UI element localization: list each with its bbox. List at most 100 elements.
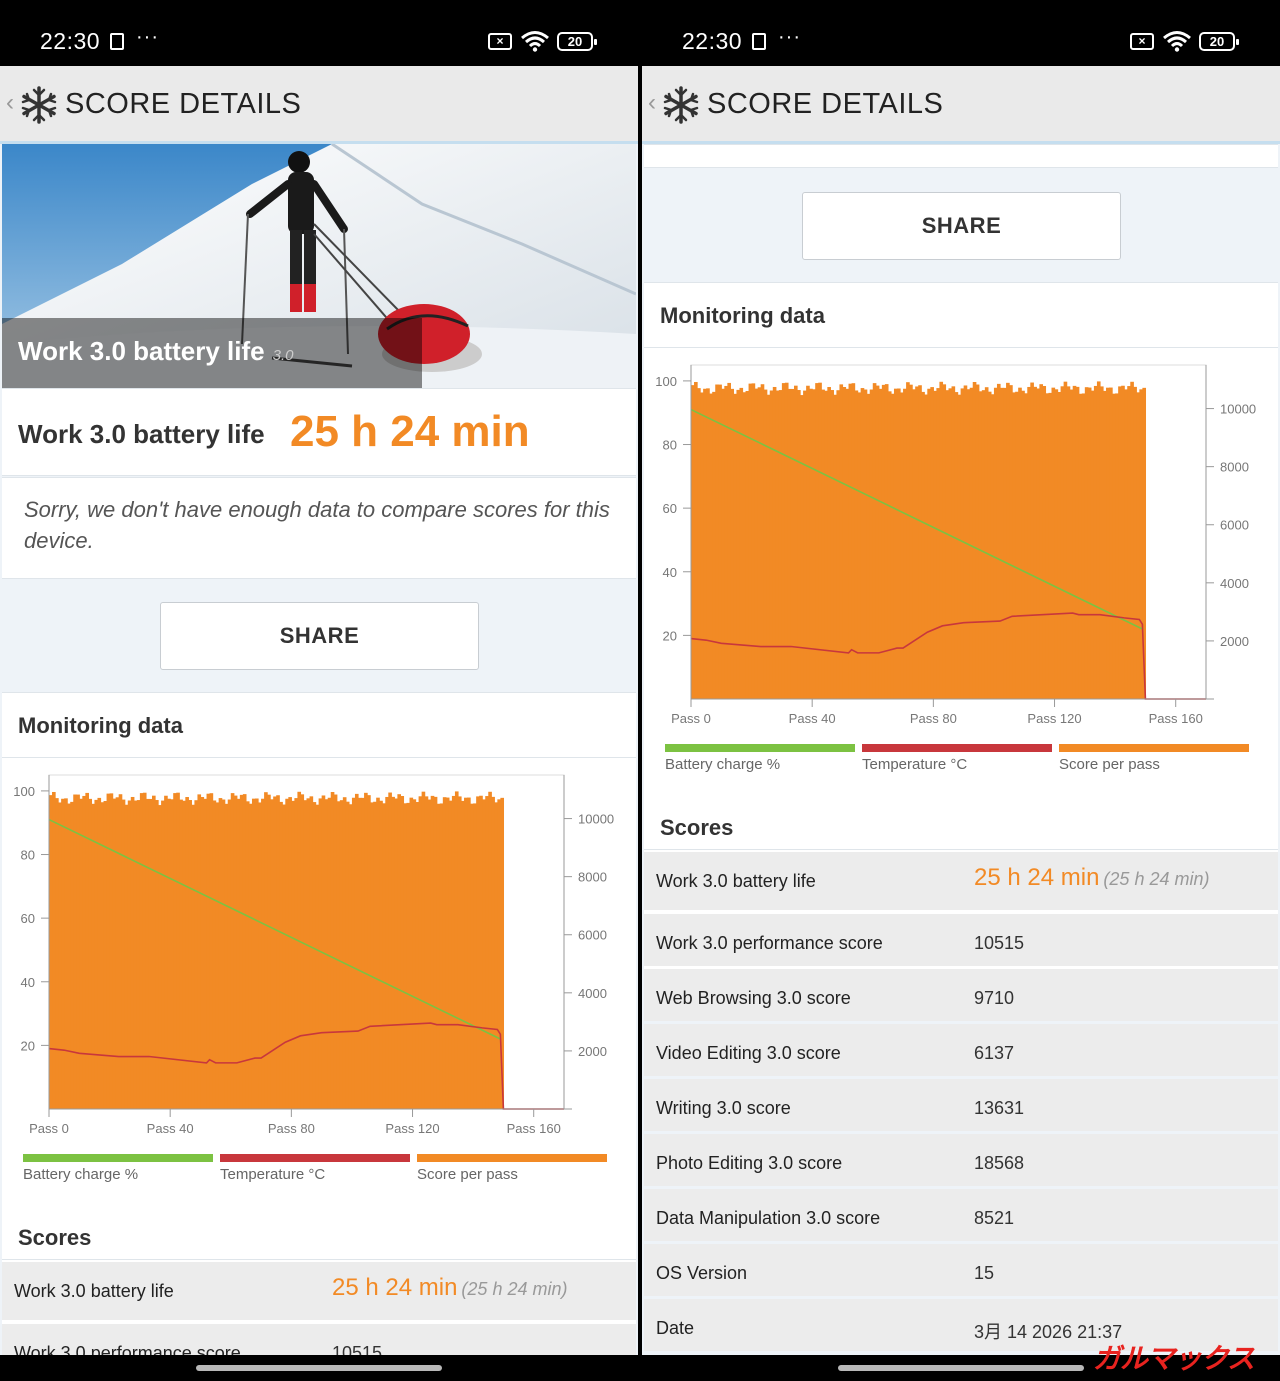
back-icon[interactable]: ‹ <box>648 89 656 117</box>
legend-temperature: Temperature °C <box>862 744 1052 773</box>
score-name: Data Manipulation 3.0 score <box>656 1208 881 1228</box>
y-tick-label-right: 6000 <box>1220 518 1249 533</box>
wifi-icon <box>1163 31 1191 52</box>
x-tick-label: Pass 120 <box>385 1121 439 1136</box>
legend-battery: Battery charge % <box>665 744 855 773</box>
app-bar: ‹ SCORE DETAILS <box>642 66 1280 144</box>
no-sim-icon: × <box>488 33 512 50</box>
monitoring-title: Monitoring data <box>18 713 183 738</box>
monitoring-chart: 20 40 60 80 100 2000 4000 6000 8000 10000 Pass 0 Pa… <box>655 364 1256 726</box>
y-tick-label-right: 4000 <box>578 986 607 1001</box>
monitoring-title: Monitoring data <box>660 303 825 328</box>
y-tick-label-right: 4000 <box>1220 576 1249 591</box>
y-tick-label-right: 8000 <box>1220 460 1249 475</box>
score-row: Web Browsing 3.0 score 9710 <box>644 969 1278 1021</box>
no-sim-icon: × <box>1130 33 1154 50</box>
x-tick-label: Pass 40 <box>147 1121 194 1136</box>
legend-label: Battery charge % <box>23 1166 139 1183</box>
legend-swatch <box>862 744 1052 752</box>
more-notifications-icon: ··· <box>136 26 159 48</box>
notification-icon <box>110 33 124 50</box>
page-title: SCORE DETAILS <box>707 88 944 120</box>
result-value: 25 h 24 min <box>290 407 530 456</box>
legend-label: Temperature °C <box>862 756 968 773</box>
y-tick-label: 40 <box>21 975 35 990</box>
legend-temperature: Temperature °C <box>220 1154 410 1183</box>
y-tick-label-right: 10000 <box>1220 402 1256 417</box>
score-value: 10515 <box>974 933 1025 953</box>
score-value: 8521 <box>974 1208 1015 1228</box>
legend-swatch <box>1059 744 1249 752</box>
y-tick-label: 60 <box>663 501 677 516</box>
score-name: Web Browsing 3.0 score <box>656 988 851 1008</box>
y-tick-label-right: 6000 <box>578 928 607 943</box>
status-bar: 22:30 ··· × 20 <box>642 0 1280 66</box>
monitoring-chart: 20 40 60 80 100 2000 4000 6000 8000 10000 Pass 0 Pa… <box>13 774 614 1136</box>
y-tick-label: 100 <box>655 374 677 389</box>
back-icon[interactable]: ‹ <box>6 89 14 117</box>
notification-icon <box>752 33 766 50</box>
x-tick-label: Pass 120 <box>1027 711 1081 726</box>
y-tick-label: 80 <box>21 848 35 863</box>
y-tick-label-right: 10000 <box>578 812 614 827</box>
score-row: Photo Editing 3.0 score 18568 <box>644 1134 1278 1186</box>
x-tick-label: Pass 80 <box>268 1121 315 1136</box>
share-button[interactable]: SHARE <box>802 192 1121 260</box>
divider <box>644 347 1278 348</box>
no-comparison-text: Sorry, we don't have enough data to comp… <box>24 497 610 553</box>
y-tick-label: 60 <box>21 911 35 926</box>
score-name: Work 3.0 battery life <box>656 871 816 891</box>
hero-banner: Work 3.0 battery life 3.0 <box>2 144 636 388</box>
page-title: SCORE DETAILS <box>65 88 302 120</box>
scroll-content[interactable]: Work 3.0 battery life 3.0 Work 3.0 batter… <box>0 144 638 1381</box>
score-value: 15 <box>974 1263 995 1283</box>
hero-title: Work 3.0 battery life 3.0 <box>18 336 294 366</box>
score-row: Work 3.0 battery life 25 h 24 min (25 h 2… <box>2 1262 636 1320</box>
scores-title: Scores <box>660 815 734 840</box>
legend-swatch <box>23 1154 213 1162</box>
result-card: Work 3.0 battery life 25 h 24 min <box>2 388 636 476</box>
result-label: Work 3.0 battery life <box>18 419 265 449</box>
scroll-content[interactable]: SHARE Monitoring data 20 40 60 80 100 2000 400… <box>642 144 1280 1381</box>
home-gesture-bar[interactable] <box>838 1365 1084 1371</box>
x-tick-label: Pass 0 <box>29 1121 69 1136</box>
legend-battery: Battery charge % <box>23 1154 213 1183</box>
score-value: 6137 <box>974 1043 1015 1063</box>
score-name: Date <box>656 1318 695 1338</box>
more-notifications-icon: ··· <box>778 26 801 48</box>
x-tick-label: Pass 0 <box>671 711 711 726</box>
score-name: Video Editing 3.0 score <box>656 1043 841 1063</box>
y-tick-label-right: 2000 <box>1220 634 1249 649</box>
y-tick-label: 100 <box>13 784 35 799</box>
scores-title: Scores <box>18 1225 92 1250</box>
y-tick-label: 20 <box>663 628 677 643</box>
score-row: Work 3.0 battery life 25 h 24 min (25 h 2… <box>644 852 1278 910</box>
divider <box>644 849 1278 850</box>
score-sub-value: (25 h 24 min) <box>461 1279 568 1299</box>
nav-bar <box>0 1355 638 1381</box>
status-time: 22:30 <box>682 28 743 54</box>
score-name: Work 3.0 battery life <box>14 1281 174 1301</box>
score-name: Photo Editing 3.0 score <box>656 1153 843 1173</box>
score-value: 25 h 24 min (25 h 24 min) <box>332 1274 568 1301</box>
score-row: OS Version 15 <box>644 1244 1278 1296</box>
app-bar: ‹ SCORE DETAILS <box>0 66 638 144</box>
score-row: Data Manipulation 3.0 score 8521 <box>644 1189 1278 1241</box>
snowflake-logo-icon <box>21 86 57 124</box>
score-value: 13631 <box>974 1098 1025 1118</box>
score-row: Work 3.0 performance score 10515 <box>644 914 1278 966</box>
score-name: OS Version <box>656 1263 748 1283</box>
y-tick-label: 80 <box>663 438 677 453</box>
battery-icon: 20 <box>1199 32 1239 51</box>
share-button[interactable]: SHARE <box>160 602 479 670</box>
battery-icon: 20 <box>557 32 597 51</box>
y-tick-label: 40 <box>663 565 677 580</box>
divider <box>2 757 636 758</box>
legend-score: Score per pass <box>1059 744 1249 773</box>
score-value: 25 h 24 min (25 h 24 min) <box>974 864 1210 891</box>
legend-swatch <box>665 744 855 752</box>
home-gesture-bar[interactable] <box>196 1365 442 1371</box>
comparison-card: Sorry, we don't have enough data to comp… <box>2 477 636 579</box>
score-sub-value: (25 h 24 min) <box>1103 869 1210 889</box>
phone-screen-right: 22:30 ··· × 20 ‹ SCORE DETAILS SHARE Mon… <box>642 0 1280 1381</box>
